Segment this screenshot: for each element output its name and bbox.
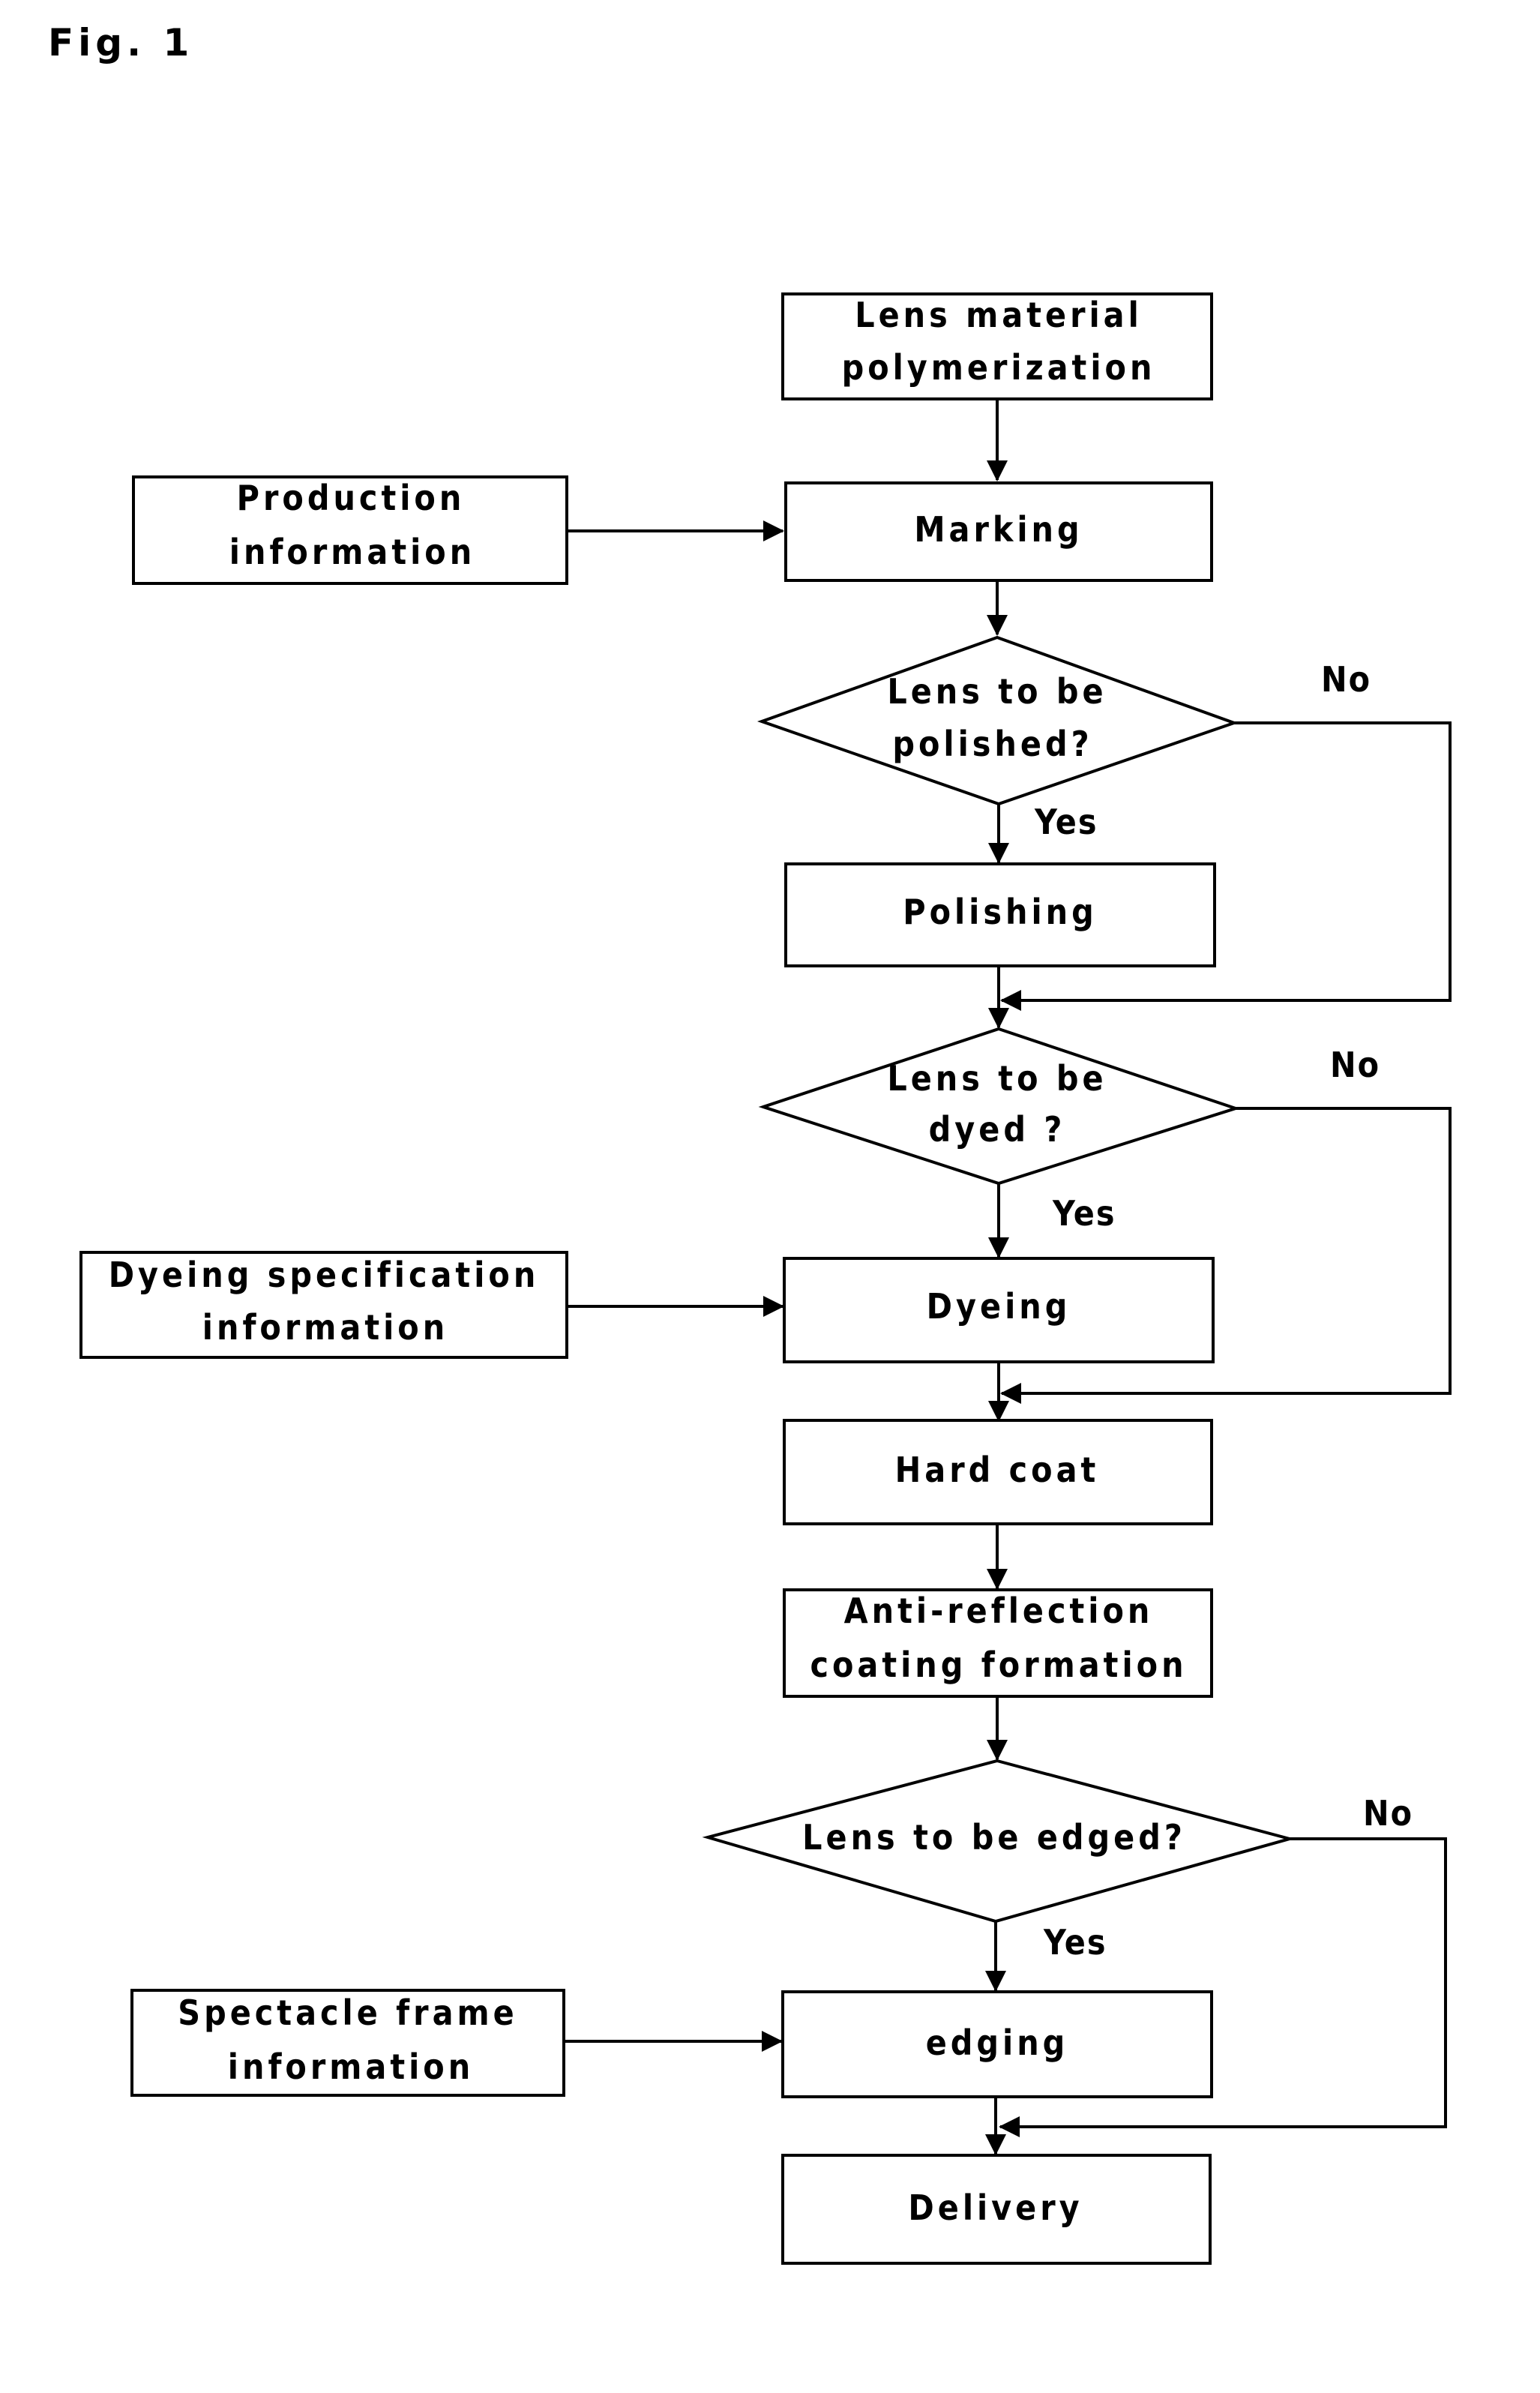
node-decision-polish bbox=[757, 635, 1239, 806]
node-decision-dye-line2: dyed ? bbox=[929, 1109, 1066, 1150]
branch-polish-yes: Yes bbox=[1034, 802, 1098, 842]
node-frame-info-line2: information bbox=[228, 2047, 474, 2087]
node-delivery-label: Delivery bbox=[908, 2188, 1083, 2228]
node-decision-dye bbox=[758, 1027, 1241, 1186]
branch-polish-no: No bbox=[1321, 659, 1371, 700]
branch-edge-yes: Yes bbox=[1043, 1922, 1107, 1963]
branch-dye-no: No bbox=[1330, 1045, 1380, 1085]
branch-dye-yes: Yes bbox=[1052, 1193, 1116, 1234]
node-polymerization-line2: polymerization bbox=[842, 347, 1156, 388]
node-hard-coat-label: Hard coat bbox=[895, 1450, 1100, 1490]
node-marking-label: Marking bbox=[914, 509, 1083, 550]
node-dye-spec-info-line1: Dyeing specification bbox=[109, 1255, 540, 1295]
flowchart: Lens material polymerization Production … bbox=[79, 292, 1452, 2265]
node-polishing-label: Polishing bbox=[903, 892, 1097, 932]
node-anti-reflection-line1: Anti-reflection bbox=[844, 1591, 1154, 1631]
node-decision-polish-line1: Lens to be bbox=[887, 671, 1107, 712]
node-decision-polish-line2: polished? bbox=[892, 724, 1092, 764]
node-frame-info-line1: Spectacle frame bbox=[178, 1993, 517, 2033]
node-dye-spec-info-line2: information bbox=[202, 1307, 448, 1348]
node-dyeing-label: Dyeing bbox=[927, 1286, 1071, 1327]
node-edging-label: edging bbox=[926, 2023, 1069, 2063]
branch-edge-no: No bbox=[1363, 1793, 1413, 1834]
node-production-info-line1: Production bbox=[237, 478, 466, 518]
node-anti-reflection-line2: coating formation bbox=[810, 1645, 1187, 1685]
node-decision-dye-line1: Lens to be bbox=[887, 1058, 1107, 1099]
node-production-info-line2: information bbox=[229, 532, 475, 572]
node-polymerization-line1: Lens material bbox=[855, 295, 1143, 335]
node-decision-edge-label: Lens to be edged? bbox=[802, 1817, 1186, 1858]
